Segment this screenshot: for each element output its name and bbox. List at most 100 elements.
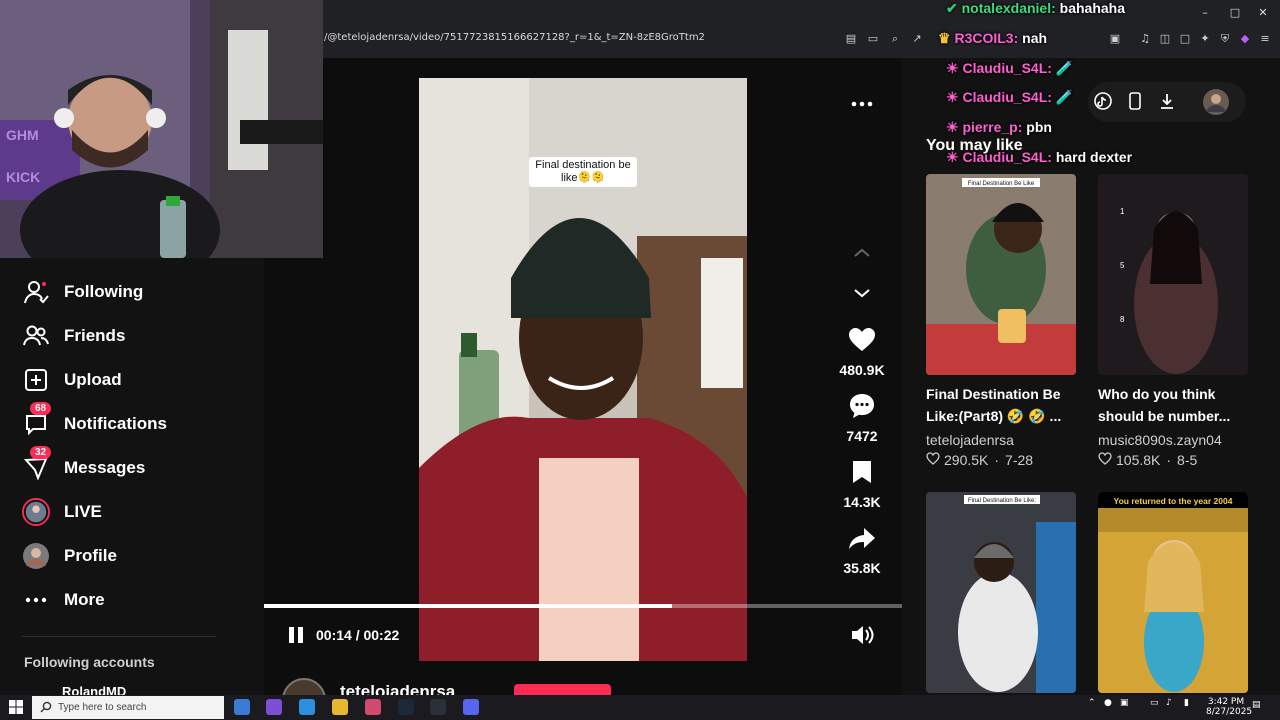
chat-badge-icon: ☀	[946, 89, 959, 105]
edge-icon[interactable]	[299, 699, 315, 715]
zoom-icon[interactable]: ⌕	[888, 32, 902, 46]
reader-icon[interactable]: ▤	[844, 32, 858, 46]
taskbar-search-input[interactable]: Type here to search	[32, 696, 224, 719]
webcam-overlay: GHM KICK	[0, 0, 323, 258]
recommendation-date: 7-28	[1005, 452, 1034, 468]
chat-badge-icon: ✔	[946, 0, 958, 16]
sidebar-toggle-icon[interactable]: ▣	[1108, 32, 1122, 46]
chevron-up-icon[interactable]	[852, 246, 872, 260]
search-icon	[40, 701, 52, 713]
notification-center-icon[interactable]: ▤	[1252, 700, 1261, 710]
sidebar-item-label: Notifications	[64, 414, 167, 433]
like-action[interactable]: 480.9K	[836, 320, 888, 378]
screen-icon[interactable]: ▭	[866, 32, 880, 46]
discord-icon[interactable]	[463, 699, 479, 715]
chat-user: notalexdaniel:	[961, 0, 1056, 16]
meta-separator: ·	[994, 452, 1000, 468]
sidebar-item-profile[interactable]: Profile	[22, 540, 117, 572]
comment-action[interactable]: 7472	[836, 386, 888, 444]
volume-icon[interactable]	[850, 624, 874, 646]
share-action[interactable]: 35.8K	[836, 518, 888, 576]
extensions-icon[interactable]: ✦	[1198, 32, 1212, 46]
messages-badge: 32	[30, 446, 52, 459]
thumb-caption: Final Destination Be Like	[968, 181, 1035, 187]
recommendation-thumbnail[interactable]: You returned to the year 2004	[1098, 492, 1248, 693]
wallet-icon[interactable]: □	[1178, 32, 1192, 46]
recommendation-author[interactable]: tetelojadenrsa	[926, 432, 1014, 448]
sidebar-item-more[interactable]: More	[22, 584, 105, 616]
task-view-icon[interactable]	[234, 699, 250, 715]
svg-text:GHM: GHM	[6, 127, 39, 143]
author-name[interactable]: tetelojadenrsa	[340, 682, 510, 695]
recommendation-meta: 105.8K · 8-5	[1098, 452, 1197, 468]
maximize-icon[interactable]: □	[1226, 4, 1244, 22]
heart-icon[interactable]	[842, 320, 882, 360]
network-icon[interactable]: ▣	[1120, 698, 1129, 708]
menu-icon[interactable]: ≡	[1258, 32, 1272, 46]
pause-icon[interactable]	[286, 625, 306, 645]
phone-icon[interactable]	[1128, 92, 1142, 110]
save-action[interactable]: 14.3K	[836, 452, 888, 510]
save-count: 14.3K	[843, 494, 881, 510]
recommendation-likes: 290.5K	[944, 452, 989, 468]
sidebar-item-live[interactable]: LIVE	[22, 496, 102, 528]
recommendation-author[interactable]: music8090s.zayn04	[1098, 432, 1222, 448]
app-icon[interactable]: ◆	[1238, 32, 1252, 46]
sidebar-item-messages[interactable]: 32 Messages	[22, 446, 145, 484]
tray-chevron-icon[interactable]: ⌃	[1088, 698, 1096, 708]
clock-time: 3:42 PM	[1207, 697, 1245, 707]
thumb-caption: You returned to the year 2004	[1114, 496, 1233, 506]
download-icon[interactable]	[1158, 92, 1176, 110]
sidebar-item-upload[interactable]: Upload	[22, 364, 122, 396]
recommendation-thumbnail[interactable]: Final Destination Be Like	[926, 174, 1076, 375]
share-page-icon[interactable]: ↗	[910, 32, 924, 46]
author-avatar[interactable]	[282, 678, 326, 695]
video-progress-fill	[264, 604, 673, 608]
notifications-badge: 68	[30, 402, 52, 415]
taskbar-clock[interactable]: 3:42 PM 8/27/2025	[1206, 697, 1252, 717]
recommendation-thumbnail[interactable]: 1 5 8	[1098, 174, 1248, 375]
recommendation-title[interactable]: Who do you think should be number...	[1098, 383, 1258, 427]
windows-start-icon[interactable]	[9, 700, 23, 714]
sidebar-item-following[interactable]: Following	[22, 276, 143, 308]
copilot-icon[interactable]	[266, 699, 282, 715]
chat-text: nah	[1022, 30, 1048, 46]
sidebar-item-label: More	[64, 590, 105, 609]
battery-icon[interactable]: ▮	[1184, 698, 1189, 708]
user-avatar[interactable]	[1202, 88, 1230, 116]
comment-icon[interactable]	[842, 386, 882, 426]
display-icon[interactable]: ▭	[1150, 698, 1159, 708]
recommendation-date: 8-5	[1177, 452, 1198, 468]
speaker-icon[interactable]: ♪	[1166, 698, 1172, 708]
svg-text:5: 5	[1120, 261, 1125, 270]
sidebar-item-label: LIVE	[64, 502, 102, 521]
chat-text: hard dexter	[1055, 149, 1133, 165]
chevron-down-icon[interactable]	[852, 286, 872, 300]
recommendation-thumbnail[interactable]: Final Destination Be Like:	[926, 492, 1076, 693]
chat-badge-icon: ☀	[946, 149, 959, 165]
browser-app-icon[interactable]	[365, 699, 381, 715]
sidebar-item-label: Profile	[64, 546, 117, 565]
sidebar-item-friends[interactable]: Friends	[22, 320, 125, 352]
minimize-icon[interactable]: –	[1196, 4, 1214, 22]
recommendation-title[interactable]: Final Destination Be Like:(Part8) 🤣 🤣 ..…	[926, 383, 1086, 427]
split-view-icon[interactable]: ◫	[1158, 32, 1172, 46]
close-icon[interactable]: ✕	[1254, 4, 1272, 22]
chat-user: Claudiu_S4L:	[962, 60, 1052, 76]
address-bar[interactable]: /@tetelojadenrsa/video/75177238151666271…	[324, 32, 705, 43]
svg-text:1: 1	[1120, 207, 1125, 216]
music-icon[interactable]: ♫	[1138, 32, 1152, 46]
bookmark-icon[interactable]	[842, 452, 882, 492]
video-progress-bar[interactable]	[264, 604, 902, 608]
recommendation-likes: 105.8K	[1116, 452, 1161, 468]
sidebar-item-label: Friends	[64, 326, 126, 345]
steam-icon[interactable]	[398, 699, 414, 715]
shield-icon[interactable]: ⛨	[1218, 32, 1232, 46]
app-window-icon[interactable]	[430, 699, 446, 715]
sidebar-item-notifications[interactable]: 68 Notifications	[22, 402, 167, 440]
file-explorer-icon[interactable]	[332, 699, 348, 715]
more-options-icon[interactable]	[850, 96, 874, 112]
tiktok-icon[interactable]	[1094, 92, 1112, 110]
mic-icon[interactable]: ●	[1104, 698, 1112, 708]
share-icon[interactable]	[842, 518, 882, 558]
